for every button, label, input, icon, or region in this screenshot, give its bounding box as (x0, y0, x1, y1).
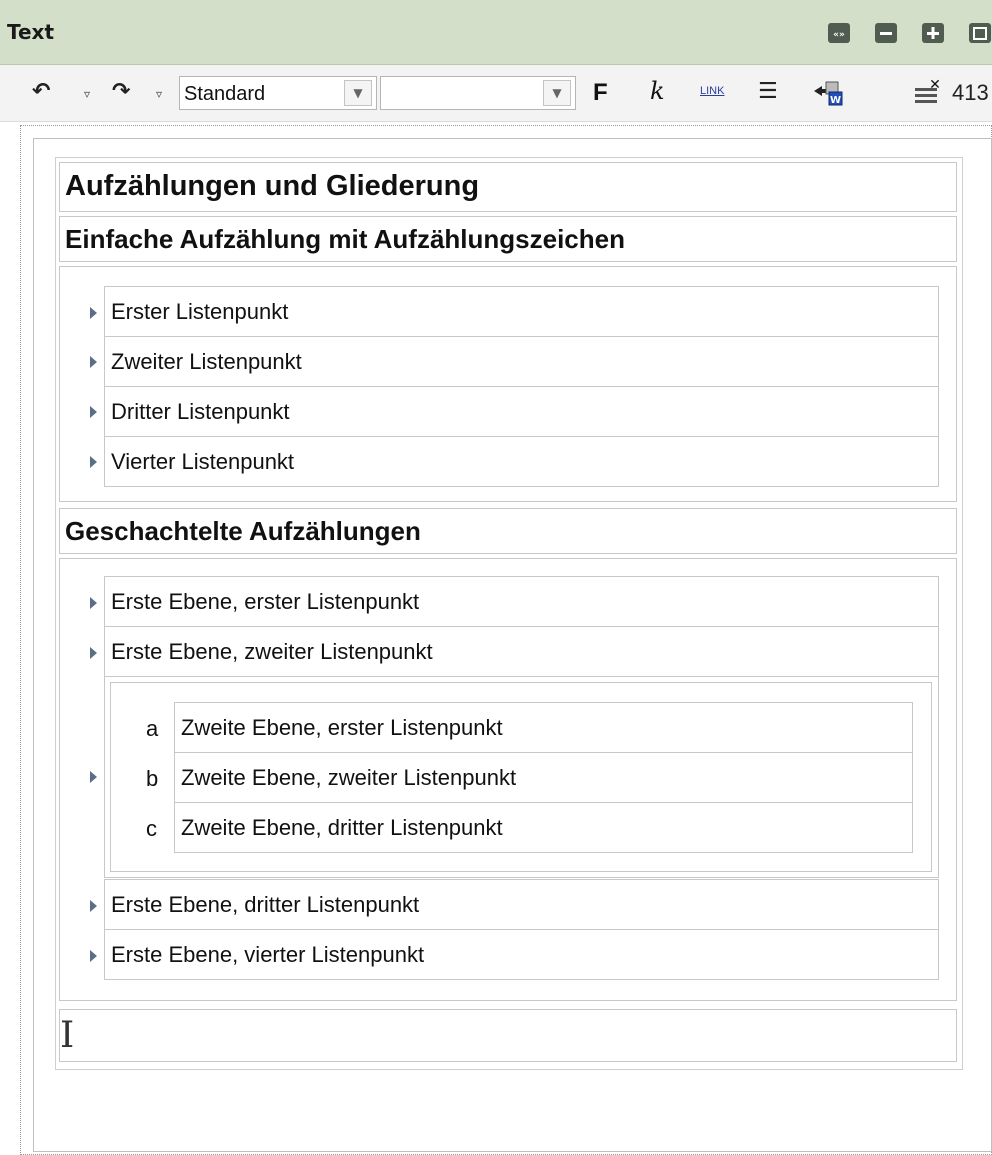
style-select[interactable]: Standard ▼ (179, 76, 377, 110)
list-item-text: Zweiter Listenpunkt (111, 349, 302, 374)
list-item-text: Erster Listenpunkt (111, 299, 289, 324)
bullet-icon (90, 647, 97, 659)
list-item[interactable]: Zweiter Listenpunkt (104, 336, 939, 387)
panel-title: Text (7, 20, 55, 44)
bullet-icon (90, 356, 97, 368)
bullet-icon (90, 307, 97, 319)
sublist-item[interactable]: Zweite Ebene, dritter Listenpunkt (174, 802, 913, 853)
word-letter: W (830, 95, 841, 106)
text-cursor-icon: I (60, 1015, 75, 1056)
bullet-icon (90, 597, 97, 609)
redo-icon[interactable]: ↷ (112, 79, 130, 105)
sublist-item-text: Zweite Ebene, dritter Listenpunkt (181, 815, 503, 840)
bold-button[interactable]: F (593, 79, 608, 107)
sublist-marker: c (146, 816, 157, 841)
minimize-icon[interactable] (875, 23, 897, 43)
link-button[interactable]: LINK (700, 85, 724, 97)
clear-format-icon[interactable]: ✕ (913, 77, 943, 105)
sublist-item-text: Zweite Ebene, zweiter Listenpunkt (181, 765, 517, 790)
list-item[interactable]: Erste Ebene, zweiter Listenpunkt (104, 626, 939, 677)
sublist-marker: b (146, 766, 159, 791)
list-item[interactable]: Erste Ebene, vierter Listenpunkt (104, 929, 939, 980)
style-select-value: Standard (184, 83, 266, 105)
list-item-text: Erste Ebene, vierter Listenpunkt (111, 942, 425, 967)
clear-x: ✕ (929, 79, 941, 93)
list-item[interactable]: Erste Ebene, erster Listenpunkt (104, 576, 939, 627)
character-count: 413 (952, 80, 989, 105)
section1-title: Einfache Aufzählung mit Aufzählungszeich… (65, 224, 625, 254)
panel-titlebar: Text «» (0, 0, 992, 65)
bullet-icon (90, 950, 97, 962)
heading1-block[interactable]: Aufzählungen und Gliederung (59, 162, 957, 212)
list-item-text: Dritter Listenpunkt (111, 399, 290, 424)
list-item-text: Vierter Listenpunkt (111, 449, 295, 474)
section2-heading-block[interactable]: Geschachtelte Aufzählungen (59, 508, 957, 554)
section1-heading-block[interactable]: Einfache Aufzählung mit Aufzählungszeich… (59, 216, 957, 262)
bullet-icon (90, 406, 97, 418)
sublist-item[interactable]: Zweite Ebene, erster Listenpunkt (174, 702, 913, 753)
sublist-marker: a (146, 716, 159, 741)
page-title: Aufzählungen und Gliederung (65, 170, 480, 202)
italic-button[interactable]: k (650, 77, 665, 105)
list-item[interactable]: Vierter Listenpunkt (104, 436, 939, 487)
chevron-down-icon[interactable]: ▼ (543, 80, 571, 106)
svg-text:«»: «» (833, 30, 845, 40)
sublist-item-text: Zweite Ebene, erster Listenpunkt (181, 715, 503, 740)
list-item-text: Erste Ebene, erster Listenpunkt (111, 589, 420, 614)
list-item[interactable]: Erste Ebene, dritter Listenpunkt (104, 879, 939, 930)
font-select[interactable]: ▼ (380, 76, 576, 110)
redo-dropdown-icon[interactable]: ▿ (156, 81, 162, 107)
bullet-icon (90, 771, 97, 783)
bullet-icon (90, 456, 97, 468)
list-item[interactable]: Dritter Listenpunkt (104, 386, 939, 437)
undo-dropdown-icon[interactable]: ▿ (84, 81, 90, 107)
section2-title: Geschachtelte Aufzählungen (65, 516, 421, 546)
list-item-text: Erste Ebene, zweiter Listenpunkt (111, 639, 433, 664)
popout-icon[interactable] (969, 23, 991, 43)
chevron-down-icon[interactable]: ▼ (344, 80, 372, 106)
undo-icon[interactable]: ↶ (32, 79, 50, 105)
maximize-icon[interactable] (922, 23, 944, 43)
bullet-icon (90, 900, 97, 912)
list-icon[interactable]: ☰ (758, 79, 778, 105)
word-import-icon[interactable]: W (812, 78, 844, 108)
sublist-item[interactable]: Zweite Ebene, zweiter Listenpunkt (174, 752, 913, 803)
empty-paragraph[interactable]: I (59, 1009, 957, 1062)
expand-icon[interactable]: «» (828, 23, 850, 43)
list-item[interactable]: Erster Listenpunkt (104, 286, 939, 337)
list-item-text: Erste Ebene, dritter Listenpunkt (111, 892, 420, 917)
